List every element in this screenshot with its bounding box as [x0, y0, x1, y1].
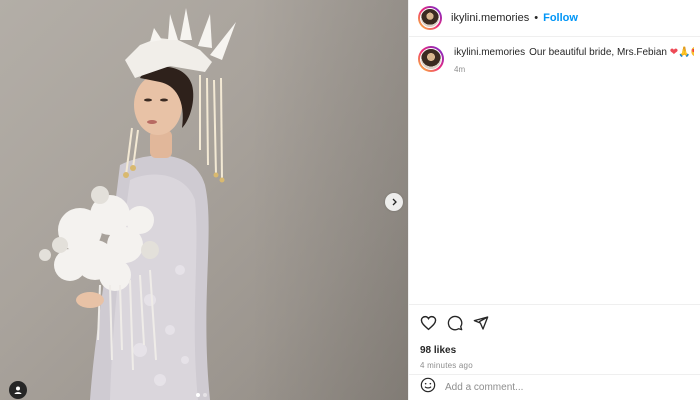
bride-photo: [39, 8, 236, 400]
carousel-dot-active: [196, 393, 200, 397]
caption: ikylini.memories Our beautiful bride, Mrs…: [409, 37, 700, 76]
smiley-icon: [420, 377, 436, 393]
user-tag-icon: [14, 386, 22, 394]
separator-dot: •: [534, 12, 539, 24]
comment-input[interactable]: [445, 382, 665, 393]
emoji-button[interactable]: [420, 377, 436, 398]
caption-text: Our beautiful bride, Mrs.Febian: [529, 47, 667, 58]
post-timestamp[interactable]: 4 minutes ago: [420, 361, 690, 370]
post-media[interactable]: [0, 0, 408, 400]
carousel-indicator: [196, 393, 207, 397]
header-username[interactable]: ikylini.memories: [451, 12, 529, 24]
heart-icon: [420, 315, 437, 331]
comment-icon: [447, 315, 463, 331]
tagged-users-button[interactable]: [9, 381, 27, 399]
like-button[interactable]: [420, 315, 437, 331]
avatar[interactable]: [418, 6, 442, 30]
chevron-right-icon: [392, 198, 397, 206]
post-details-panel: ikylini.memories • Follow ikylini.memori…: [408, 0, 700, 400]
caption-avatar[interactable]: [418, 46, 444, 72]
post-header: ikylini.memories • Follow: [409, 0, 700, 37]
carousel-dot: [203, 393, 207, 397]
share-button[interactable]: [473, 315, 489, 331]
comment-button[interactable]: [447, 315, 463, 331]
next-slide-button[interactable]: [385, 193, 403, 211]
likes-count[interactable]: 98 likes: [420, 345, 690, 356]
paper-plane-icon: [473, 316, 489, 330]
caption-username[interactable]: ikylini.memories: [454, 47, 525, 58]
action-bar: 98 likes 4 minutes ago: [409, 304, 700, 370]
follow-button[interactable]: Follow: [543, 12, 578, 24]
caption-time[interactable]: 4m: [454, 63, 694, 76]
comment-bar: [409, 374, 700, 400]
caption-emojis: ❤🙏😍: [669, 47, 694, 58]
